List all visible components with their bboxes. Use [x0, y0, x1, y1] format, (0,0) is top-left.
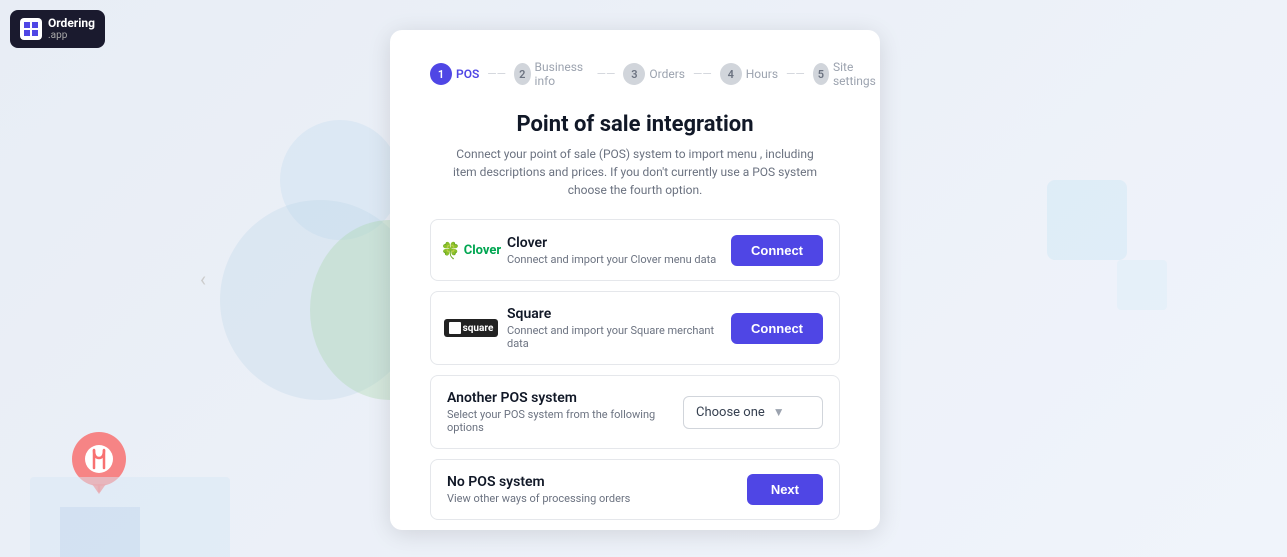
step-5-label: Site settings	[833, 60, 880, 88]
square-logo-icon: square	[444, 319, 499, 337]
no-pos-text: No POS system View other ways of process…	[447, 474, 630, 505]
logo-ordering: Ordering	[48, 16, 95, 30]
step-3-label: Orders	[649, 67, 685, 81]
another-pos-text: Another POS system Select your POS syste…	[447, 390, 683, 434]
pos-options-list: 🍀 Clover Clover Connect and import your …	[430, 219, 840, 520]
logo-app: .app	[48, 30, 95, 42]
another-pos-option: Another POS system Select your POS syste…	[430, 375, 840, 449]
page-title: Point of sale integration	[430, 112, 840, 137]
dropdown-arrow-icon: ▼	[773, 405, 785, 419]
dropdown-placeholder: Choose one	[696, 405, 765, 420]
step-4-label: Hours	[746, 67, 778, 81]
step-2-circle: 2	[514, 63, 531, 85]
no-pos-desc: View other ways of processing orders	[447, 492, 630, 505]
clover-desc: Connect and import your Clover menu data	[507, 253, 716, 266]
step-divider-4: ——	[786, 67, 805, 81]
no-pos-name: No POS system	[447, 474, 630, 490]
square-logo: square	[447, 312, 495, 344]
square-text: Square Connect and import your Square me…	[507, 306, 731, 350]
building-window	[60, 507, 140, 557]
step-1-circle: 1	[430, 63, 452, 85]
step-2: 2 Business info	[514, 60, 589, 88]
clover-text: Clover Connect and import your Clover me…	[507, 235, 716, 266]
step-divider-2: ——	[597, 67, 616, 81]
step-divider-1: ——	[487, 67, 506, 81]
another-pos-dropdown[interactable]: Choose one ▼	[683, 396, 823, 429]
step-5-circle: 5	[813, 63, 829, 85]
step-4: 4 Hours	[720, 63, 778, 85]
clover-logo-text: 🍀 Clover	[441, 241, 501, 260]
no-pos-option: No POS system View other ways of process…	[430, 459, 840, 520]
logo-box: Ordering .app	[10, 10, 105, 48]
logo-bar: Ordering .app	[10, 10, 105, 48]
page-title-section: Point of sale integration Connect your p…	[430, 112, 840, 199]
step-3-circle: 3	[623, 63, 645, 85]
side-chevron-icon[interactable]: ‹	[200, 267, 206, 291]
square-desc: Connect and import your Square merchant …	[507, 324, 731, 350]
square-connect-button[interactable]: Connect	[731, 313, 823, 344]
clover-info: 🍀 Clover Clover Connect and import your …	[447, 234, 716, 266]
logo-icon	[20, 18, 42, 40]
next-button[interactable]: Next	[747, 474, 823, 505]
square-sq-icon	[449, 322, 461, 334]
step-1: 1 POS	[430, 63, 479, 85]
square-logo-label: square	[463, 323, 494, 334]
square-name: Square	[507, 306, 731, 322]
page-subtitle: Connect your point of sale (POS) system …	[445, 145, 825, 199]
clover-connect-button[interactable]: Connect	[731, 235, 823, 266]
square-info: square Square Connect and import your Sq…	[447, 306, 731, 350]
stepper: 1 POS —— 2 Business info —— 3 Orders —— …	[430, 60, 840, 88]
clover-logo: 🍀 Clover	[447, 234, 495, 266]
step-2-label: Business info	[535, 60, 589, 88]
logo-text: Ordering .app	[48, 16, 95, 42]
step-divider-3: ——	[693, 67, 712, 81]
bg-rect-right	[1047, 180, 1127, 260]
square-option: square Square Connect and import your Sq…	[430, 291, 840, 365]
main-card: 1 POS —— 2 Business info —— 3 Orders —— …	[390, 30, 880, 530]
another-pos-desc: Select your POS system from the followin…	[447, 408, 683, 434]
step-5: 5 Site settings	[813, 60, 880, 88]
bg-rect-right2	[1117, 260, 1167, 310]
another-pos-name: Another POS system	[447, 390, 683, 406]
clover-leaf-icon: 🍀	[441, 241, 461, 260]
clover-name: Clover	[507, 235, 716, 251]
step-3: 3 Orders	[623, 63, 685, 85]
logo-svg	[24, 22, 38, 36]
clover-option: 🍀 Clover Clover Connect and import your …	[430, 219, 840, 281]
step-1-label: POS	[456, 67, 479, 81]
step-4-circle: 4	[720, 63, 742, 85]
